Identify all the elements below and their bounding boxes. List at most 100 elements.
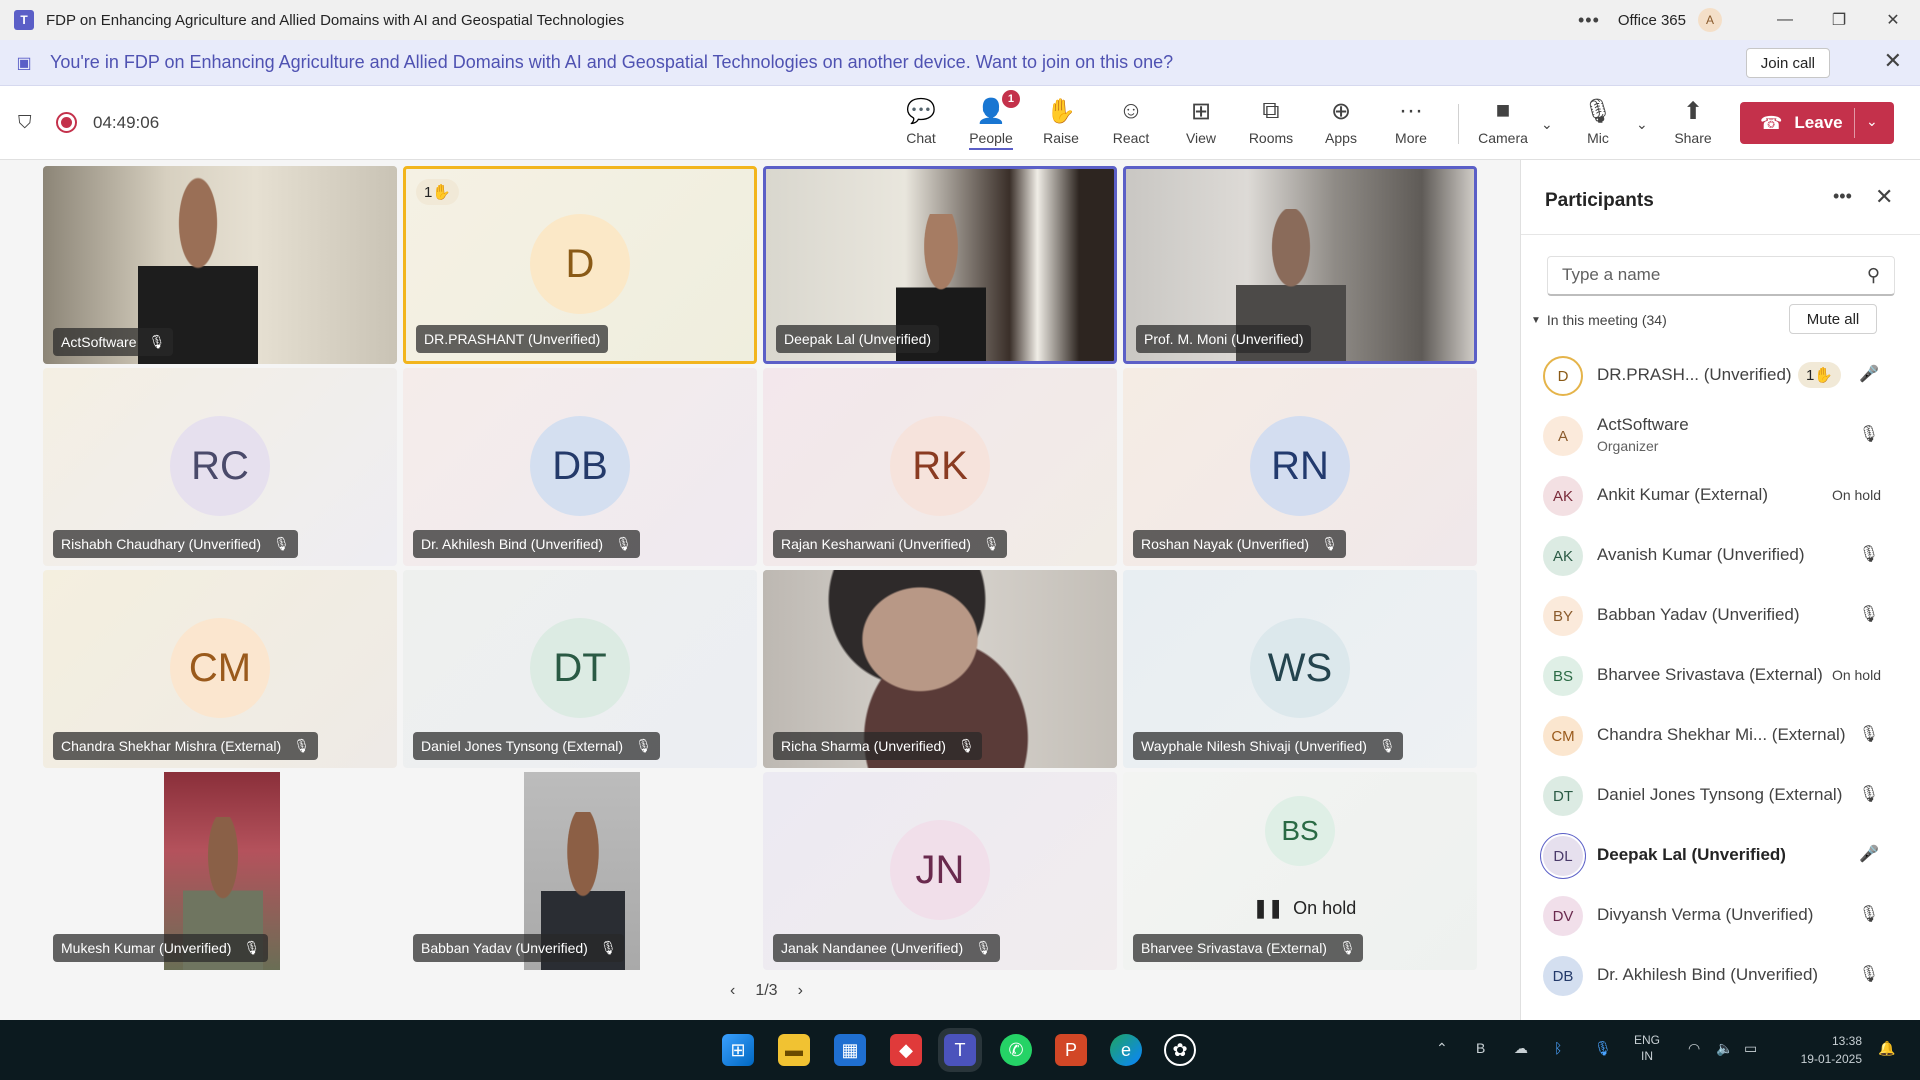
participant-name: Bharvee Srivastava (External) xyxy=(1141,940,1327,956)
participant-row[interactable]: DV Divyansh Verma (Unverified) 🎙 xyxy=(1521,886,1920,946)
panel-more-icon[interactable]: ••• xyxy=(1833,186,1852,207)
leave-options-chevron-icon[interactable]: ⌄ xyxy=(1866,113,1878,130)
participant-tile[interactable]: Prof. M. Moni (Unverified) xyxy=(1123,166,1477,364)
participant-row[interactable]: DT Daniel Jones Tynsong (External) 🎙 xyxy=(1521,766,1920,826)
participant-avatar: BS xyxy=(1265,796,1335,866)
camera-options-chevron-icon[interactable]: ⌄ xyxy=(1541,116,1553,133)
windows-start-icon[interactable]: ⊞ xyxy=(722,1034,754,1066)
restore-button[interactable]: ❐ xyxy=(1812,0,1866,40)
participant-tile[interactable]: DB Dr. Akhilesh Bind (Unverified) 🎙 xyxy=(403,368,757,566)
participant-row[interactable]: AK Ankit Kumar (External) On hold xyxy=(1521,466,1920,526)
close-banner-icon[interactable]: ✕ xyxy=(1884,48,1902,74)
participant-row[interactable]: A ActSoftware Organizer 🎙 xyxy=(1521,406,1920,466)
participant-tile[interactable]: Richa Sharma (Unverified) 🎙 xyxy=(763,570,1117,768)
participant-row[interactable]: DL Deepak Lal (Unverified) 🎤 xyxy=(1521,826,1920,886)
account-avatar[interactable]: A xyxy=(1698,8,1722,32)
microsoft-store-icon[interactable]: ▦ xyxy=(834,1034,866,1066)
participant-tile[interactable]: 1 ✋ D DR.PRASHANT (Unverified) xyxy=(403,166,757,364)
tray-chevron-up-icon[interactable]: ⌃ xyxy=(1436,1040,1448,1057)
gallery-pager: ‹ 1/3 › xyxy=(720,982,813,1000)
more-options-icon[interactable]: ••• xyxy=(1578,10,1600,31)
system-clock[interactable]: 13:38 19-01-2025 xyxy=(1782,1032,1862,1068)
mute-all-button[interactable]: Mute all xyxy=(1789,304,1877,334)
participant-tile[interactable]: CM Chandra Shekhar Mishra (External) 🎙 xyxy=(43,570,397,768)
search-icon[interactable]: ⚲ xyxy=(1867,265,1880,286)
participant-tile[interactable]: Mukesh Kumar (Unverified) 🎙 xyxy=(43,772,397,970)
chat-button[interactable]: 💬 Chat xyxy=(891,96,951,152)
shield-icon[interactable]: ⛉ xyxy=(18,112,38,134)
people-label: People xyxy=(969,130,1013,150)
participant-tile[interactable]: Babban Yadav (Unverified) 🎙 xyxy=(403,772,757,970)
volume-icon[interactable]: 🔈 xyxy=(1716,1040,1733,1057)
participant-row[interactable]: CM Chandra Shekhar Mi... (External) 🎙 xyxy=(1521,706,1920,766)
share-button[interactable]: ⬆ Share xyxy=(1663,96,1723,152)
people-badge: 1 xyxy=(1001,90,1020,108)
join-call-button[interactable]: Join call xyxy=(1745,48,1830,78)
participant-name: Babban Yadav (Unverified) xyxy=(1597,605,1800,624)
participant-row[interactable]: AK Avanish Kumar (Unverified) 🎙 xyxy=(1521,526,1920,586)
participant-tile[interactable]: RN Roshan Nayak (Unverified) 🎙 xyxy=(1123,368,1477,566)
participant-search-input[interactable] xyxy=(1562,265,1852,285)
meeting-timer: 04:49:06 xyxy=(93,113,160,132)
tray-mic-icon[interactable]: 🎙 xyxy=(1594,1040,1612,1057)
notification-bell-icon[interactable]: 🔔 xyxy=(1878,1040,1895,1057)
apps-button[interactable]: ⊕ Apps xyxy=(1311,96,1371,152)
share-icon: ⬆ xyxy=(1682,97,1704,125)
tray-cloud-icon[interactable]: ☁ xyxy=(1514,1040,1528,1057)
participant-tile[interactable]: Deepak Lal (Unverified) xyxy=(763,166,1117,364)
participant-avatar: CM xyxy=(170,618,270,718)
participant-tile[interactable]: RK Rajan Kesharwani (Unverified) 🎙 xyxy=(763,368,1117,566)
people-button[interactable]: 👤 1 People xyxy=(961,90,1021,152)
participant-tile[interactable]: DT Daniel Jones Tynsong (External) 🎙 xyxy=(403,570,757,768)
participant-avatar: DB xyxy=(1543,956,1583,996)
rooms-label: Rooms xyxy=(1248,130,1294,146)
react-button[interactable]: ☺ React xyxy=(1101,96,1161,152)
teams-taskbar-icon[interactable]: T xyxy=(944,1034,976,1066)
more-button[interactable]: ··· More xyxy=(1381,96,1441,152)
participant-tile[interactable]: ActSoftware 🎙 xyxy=(43,166,397,364)
tray-app-icon[interactable]: B xyxy=(1476,1040,1485,1056)
whatsapp-icon[interactable]: ✆ xyxy=(1000,1034,1032,1066)
mic-button[interactable]: 🎙 Mic xyxy=(1568,96,1628,152)
plus-icon: ⊕ xyxy=(1330,97,1352,125)
chatgpt-icon[interactable]: ✿ xyxy=(1164,1034,1196,1066)
wifi-icon[interactable]: ◠ xyxy=(1688,1040,1700,1057)
page-indicator: 1/3 xyxy=(755,982,778,999)
participant-row[interactable]: D DR.PRASH... (Unverified) 1 ✋ 🎤 xyxy=(1521,346,1920,406)
panel-close-icon[interactable]: ✕ xyxy=(1875,184,1893,210)
rooms-button[interactable]: ⧉ Rooms xyxy=(1241,96,1301,152)
on-hold-status: On hold xyxy=(1831,667,1881,683)
edge-icon[interactable]: e xyxy=(1110,1034,1142,1066)
bluetooth-icon[interactable]: ᛒ xyxy=(1554,1040,1562,1056)
participant-row[interactable]: BY Babban Yadav (Unverified) 🎙 xyxy=(1521,586,1920,646)
participant-row[interactable]: BS Bharvee Srivastava (External) On hold xyxy=(1521,646,1920,706)
mic-off-icon: 🎙 xyxy=(957,738,975,753)
battery-icon[interactable]: ▭ xyxy=(1744,1040,1757,1057)
mic-options-chevron-icon[interactable]: ⌄ xyxy=(1636,116,1648,133)
mic-off-icon: 🎙 xyxy=(635,738,652,753)
leave-button[interactable]: ☎ Leave ⌄ xyxy=(1740,102,1894,144)
leave-divider xyxy=(1854,108,1855,138)
chevron-left-icon[interactable]: ‹ xyxy=(730,982,735,1000)
participant-avatar: DT xyxy=(1543,776,1583,816)
language-indicator[interactable]: ENG IN xyxy=(1634,1032,1660,1064)
minimize-button[interactable]: — xyxy=(1758,0,1812,40)
raise-hand-button[interactable]: ✋ Raise xyxy=(1031,96,1091,152)
chevron-right-icon[interactable]: › xyxy=(798,982,803,1000)
participant-tile[interactable]: JN Janak Nandanee (Unverified) 🎙 xyxy=(763,772,1117,970)
app-diamond-icon[interactable]: ◆ xyxy=(890,1034,922,1066)
close-window-button[interactable]: ✕ xyxy=(1866,0,1920,40)
powerpoint-icon[interactable]: P xyxy=(1055,1034,1087,1066)
participant-name: ActSoftware xyxy=(1597,415,1689,434)
participant-row[interactable]: DB Dr. Akhilesh Bind (Unverified) 🎙 xyxy=(1521,946,1920,1006)
file-explorer-icon[interactable]: ▬ xyxy=(778,1034,810,1066)
participant-tile[interactable]: RC Rishabh Chaudhary (Unverified) 🎙 xyxy=(43,368,397,566)
camera-button[interactable]: ■ Camera xyxy=(1473,96,1533,152)
participant-tile[interactable]: WS Wayphale Nilesh Shivaji (Unverified) 🎙 xyxy=(1123,570,1477,768)
participant-avatar: RC xyxy=(170,416,270,516)
participant-name: Avanish Kumar (Unverified) xyxy=(1597,545,1805,564)
view-button[interactable]: ⊞ View xyxy=(1171,96,1231,152)
participant-tile[interactable]: BS ❚❚ On hold Bharvee Srivastava (Externa… xyxy=(1123,772,1477,970)
in-meeting-section-header[interactable]: ▼ In this meeting (34) xyxy=(1531,312,1667,328)
raised-hand-badge: 1 ✋ xyxy=(1797,362,1841,388)
